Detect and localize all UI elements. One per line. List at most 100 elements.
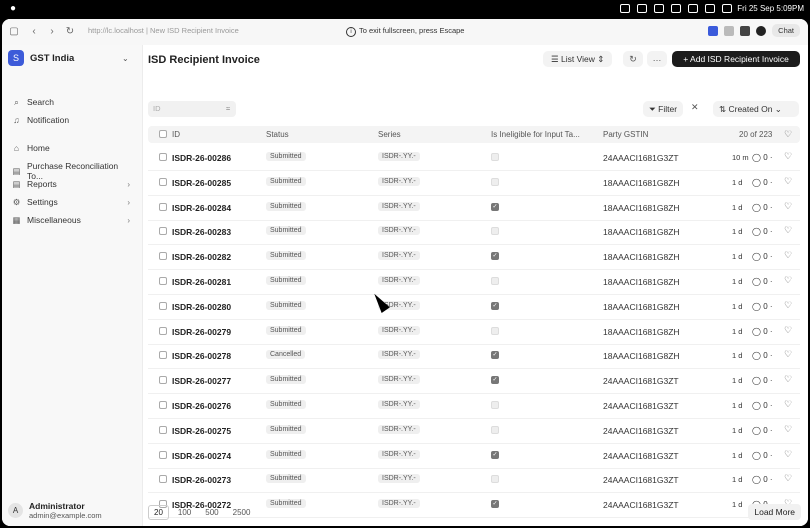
row-checkbox[interactable] [159,450,167,459]
like-heart-icon[interactable]: ♡ [784,424,792,435]
status-icon[interactable] [671,4,681,13]
sidebar-toggle-icon[interactable]: ▢ [8,26,20,38]
table-row[interactable]: ISDR-26-00281 Submitted ISDR-.YY.- 18AAACI1… [148,269,800,295]
table-row[interactable]: ISDR-26-00277 Submitted ISDR-.YY.- ✓ 24AAACI… [148,368,800,395]
like-heart-icon[interactable]: ♡ [784,250,792,261]
forward-icon[interactable]: › [46,26,58,38]
table-row[interactable]: ISDR-26-00279 Submitted ISDR-.YY.- 18AAACI1… [148,319,800,345]
row-checkbox[interactable] [159,475,167,484]
clear-filter-icon[interactable]: ✕ [691,102,699,113]
like-heart-icon[interactable]: ♡ [784,449,792,460]
page-size-2500[interactable]: 2500 [228,506,256,519]
sidebar-item-settings[interactable]: ⚙ Settings › [12,197,136,207]
row-id[interactable]: ISDR-26-00273 [172,475,231,485]
like-heart-icon[interactable]: ♡ [784,176,792,187]
row-checkbox[interactable] [159,376,167,385]
sidebar-item-notification[interactable]: ♫ Notification [12,115,136,125]
like-heart-icon[interactable]: ♡ [784,399,792,410]
row-checkbox[interactable] [159,153,167,161]
row-checkbox[interactable] [159,351,167,360]
column-header-ineligible[interactable]: Is Ineligible for Input Ta... [491,130,580,139]
row-checkbox[interactable] [159,301,167,310]
row-id[interactable]: ISDR-26-00276 [172,401,231,411]
filter-toggle-icon[interactable]: ≈ [226,101,230,117]
add-isd-recipient-invoice-button[interactable]: + Add ISD Recipient Invoice [672,51,800,67]
like-heart-icon[interactable]: ♡ [784,151,792,162]
like-heart-icon[interactable]: ♡ [784,201,792,212]
like-heart-icon[interactable]: ♡ [784,275,792,286]
select-all-checkbox[interactable] [159,130,167,138]
row-checkbox[interactable] [159,227,167,236]
user-menu[interactable]: A Administrator admin@example.com [8,501,102,520]
sidebar-item-miscellaneous[interactable]: ▦ Miscellaneous › [12,215,136,225]
table-row[interactable]: ISDR-26-00283 Submitted ISDR-.YY.- 18AAACI1… [148,219,800,246]
page-size-100[interactable]: 100 [173,506,196,519]
like-heart-icon[interactable]: ♡ [784,325,792,336]
extension-icon[interactable] [756,25,767,36]
chevron-down-icon[interactable]: ⌄ [122,54,129,63]
table-row[interactable]: ISDR-26-00276 Submitted ISDR-.YY.- 24AAACI1… [148,393,800,419]
row-id[interactable]: ISDR-26-00284 [172,203,231,213]
row-checkbox[interactable] [159,202,167,211]
like-heart-icon[interactable]: ♡ [784,300,792,311]
table-row[interactable]: ISDR-26-00284 Submitted ISDR-.YY.- ✓ 18AAACI… [148,195,800,221]
id-filter-input[interactable]: ID ≈ [148,101,236,117]
row-id[interactable]: ISDR-26-00285 [172,178,231,188]
status-icon[interactable] [620,4,630,13]
address-bar[interactable]: http://lc.localhost | New ISD Recipient … [88,26,239,35]
sidebar-item-home[interactable]: ⌂ Home [12,143,136,153]
status-icon[interactable] [654,4,664,13]
table-row[interactable]: ISDR-26-00278 Cancelled ISDR-.YY.- ✓ 18AAACI… [148,343,800,370]
table-row[interactable]: ISDR-26-00275 Submitted ISDR-.YY.- 24AAACI1… [148,418,800,444]
status-icon[interactable] [637,4,647,13]
reload-icon[interactable]: ↻ [64,26,76,38]
chat-button[interactable]: Chat [772,24,800,37]
load-more-button[interactable]: Load More [748,504,801,520]
battery-icon[interactable] [722,4,732,13]
filter-button[interactable]: ⏷ Filter [643,101,684,117]
like-heart-icon[interactable]: ♡ [784,349,792,360]
column-header-series[interactable]: Series [378,130,401,139]
sort-button[interactable]: ⇅ Created On ⌄ [713,101,799,117]
page-size-20[interactable]: 20 [148,505,169,520]
table-row[interactable]: ISDR-26-00282 Submitted ISDR-.YY.- ✓ 18AAACI… [148,244,800,271]
table-row[interactable]: ISDR-26-00274 Submitted ISDR-.YY.- ✓ 24AAACI… [148,443,800,469]
page-size-500[interactable]: 500 [200,506,223,519]
table-row[interactable]: ISDR-26-00273 Submitted ISDR-.YY.- 24AAACI1… [148,467,800,494]
list-view-dropdown[interactable]: ☰ List View ⇕ [543,51,613,67]
row-id[interactable]: ISDR-26-00278 [172,351,231,361]
sidebar-item-purchase-reconciliation[interactable]: ▤ Purchase Reconciliation To... [12,161,136,181]
back-icon[interactable]: ‹ [28,26,40,38]
row-id[interactable]: ISDR-26-00274 [172,451,231,461]
row-id[interactable]: ISDR-26-00277 [172,376,231,386]
row-checkbox[interactable] [159,252,167,261]
row-checkbox[interactable] [159,277,167,285]
row-id[interactable]: ISDR-26-00282 [172,252,231,262]
like-heart-icon[interactable]: ♡ [784,374,792,385]
table-row[interactable]: ISDR-26-00285 Submitted ISDR-.YY.- 18AAACI1… [148,170,800,196]
row-id[interactable]: ISDR-26-00283 [172,227,231,237]
more-button[interactable]: … [647,51,667,67]
sidebar-item-search[interactable]: ⌕ Search [12,97,136,107]
refresh-button[interactable]: ↻ [623,51,643,67]
row-checkbox[interactable] [159,425,167,434]
row-id[interactable]: ISDR-26-00286 [172,153,231,163]
row-id[interactable]: ISDR-26-00275 [172,426,231,436]
row-id[interactable]: ISDR-26-00279 [172,327,231,337]
extension-icon[interactable] [724,25,735,36]
extension-icon[interactable] [708,25,719,36]
sidebar-item-reports[interactable]: ▤ Reports › [12,179,136,189]
workspace-switcher[interactable]: S GST India [8,50,74,66]
column-header-id[interactable]: ID [172,130,180,139]
like-heart-icon[interactable]: ♡ [784,473,792,484]
row-id[interactable]: ISDR-26-00280 [172,302,231,312]
apple-icon[interactable]: ● [10,4,20,14]
heart-icon[interactable]: ♡ [784,129,792,140]
table-row[interactable]: ISDR-26-00280 Submitted ISDR-.YY.- ✓ 18AAACI… [148,294,800,320]
column-header-status[interactable]: Status [266,130,289,139]
extension-icon[interactable] [740,25,751,36]
wifi-icon[interactable] [705,4,715,13]
like-heart-icon[interactable]: ♡ [784,225,792,236]
row-checkbox[interactable] [159,177,167,186]
table-row[interactable]: ISDR-26-00286 Submitted ISDR-.YY.- 24AAACI1… [148,145,800,171]
